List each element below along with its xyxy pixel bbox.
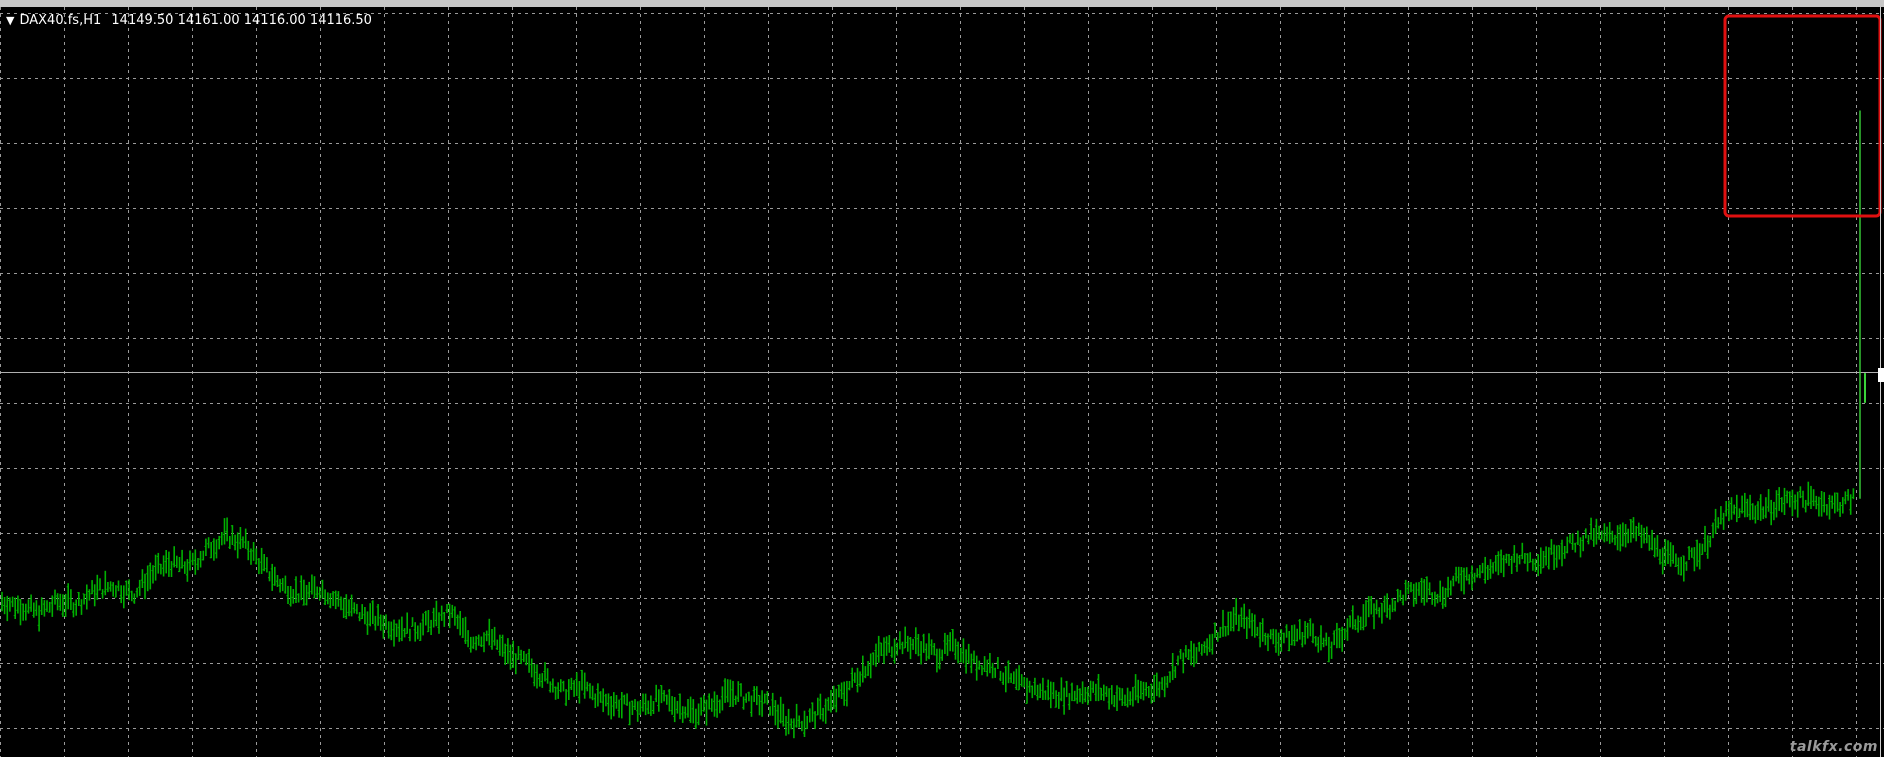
price-bars (0, 481, 1855, 739)
grid (0, 7, 1884, 757)
chart-canvas (0, 7, 1884, 757)
quote-close: 14116.50 (309, 13, 372, 28)
highlight-rectangle (1723, 14, 1882, 218)
price-chart: ▼ DAX40.fs,H1 14149.50 14161.00 14116.00 … (0, 7, 1884, 757)
current-price-marker (1878, 368, 1884, 382)
quote-low: 14116.00 (243, 13, 306, 28)
triangle-down-icon: ▼ (6, 14, 15, 27)
window-top-border (0, 0, 1884, 7)
watermark: talkfx.com (1789, 739, 1878, 755)
symbol-header: ▼ DAX40.fs,H1 14149.50 14161.00 14116.00 … (6, 13, 372, 28)
symbol-label: DAX40.fs,H1 (19, 13, 102, 28)
quote-high: 14161.00 (177, 13, 240, 28)
quote-open: 14149.50 (111, 13, 174, 28)
trading-terminal: ▼ DAX40.fs,H1 14149.50 14161.00 14116.00 … (0, 0, 1884, 757)
